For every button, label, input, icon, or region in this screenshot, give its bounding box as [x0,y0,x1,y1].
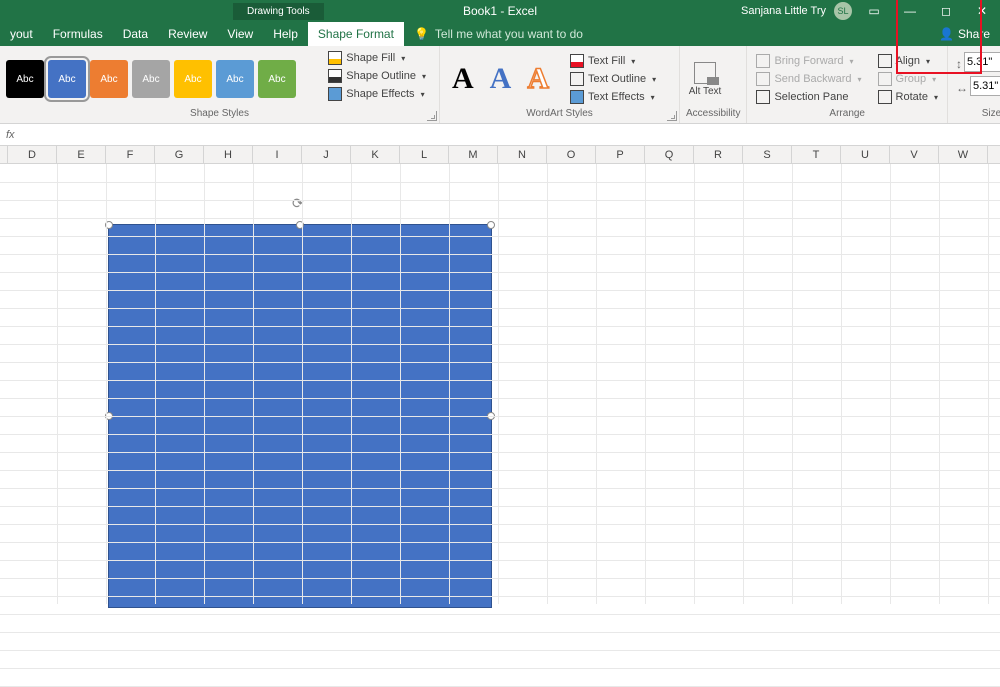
ribbon-tabs: yout Formulas Data Review View Help Shap… [0,22,1000,46]
group-label-shape-styles: Shape Styles [6,108,433,121]
pen-icon [328,69,342,83]
lightbulb-icon: 💡 [414,27,429,41]
minimize-icon[interactable]: — [896,0,924,22]
text-effects-button[interactable]: Text Effects▾ [567,89,659,105]
column-header[interactable]: N [498,146,547,163]
maximize-icon[interactable]: ◻ [932,0,960,22]
ribbon: AbcAbcAbcAbcAbcAbcAbc Shape Styles Shape… [0,46,1000,124]
text-effects-icon [570,90,584,104]
column-header[interactable]: E [57,146,106,163]
formula-bar[interactable]: fx [0,124,1000,146]
column-header[interactable]: T [792,146,841,163]
tell-me-search[interactable]: 💡 Tell me what you want to do [404,22,593,46]
shape-height-input[interactable]: ▲▼ [964,52,1000,72]
selection-pane-button[interactable]: Selection Pane [753,89,864,105]
wordart-style-1[interactable]: A [446,62,480,96]
text-outline-button[interactable]: Text Outline▾ [567,71,659,87]
column-header[interactable]: R [694,146,743,163]
column-header[interactable]: J [302,146,351,163]
shape-style-swatch[interactable]: Abc [90,60,128,98]
send-backward-icon [756,72,770,86]
shape-fill-button[interactable]: Shape Fill▾ [325,50,429,66]
group-label-wordart: WordArt Styles [446,108,673,121]
column-header[interactable]: O [547,146,596,163]
wordart-launcher-icon[interactable] [667,111,677,121]
worksheet[interactable]: DEFGHIJKLMNOPQRSTUVW ⟳ [0,146,1000,604]
tab-view[interactable]: View [217,22,263,46]
group-label-size: Size [956,108,1000,121]
text-outline-icon [570,72,584,86]
user-avatar[interactable]: SL [834,2,852,20]
shape-styles-launcher-icon[interactable] [427,111,437,121]
shape-style-swatch[interactable]: Abc [48,60,86,98]
column-header[interactable]: U [841,146,890,163]
alt-text-button[interactable]: Alt Text [686,62,724,97]
alt-text-icon [694,62,716,84]
column-header[interactable]: H [204,146,253,163]
user-name: Sanjana Little Try [741,5,826,17]
group-label-arrange: Arrange [753,108,941,121]
group-label-accessibility: Accessibility [686,108,740,121]
group-icon [878,72,892,86]
column-header[interactable]: D [8,146,57,163]
rotate-button[interactable]: Rotate▾ [875,89,941,105]
bucket-icon [328,51,342,65]
title-bar: Drawing Tools Book1 - Excel Sanjana Litt… [0,0,1000,22]
share-button[interactable]: 👤 Share [929,22,1000,46]
tab-formulas[interactable]: Formulas [43,22,113,46]
shape-width-input[interactable]: ▲▼ [970,76,1000,96]
column-header[interactable]: M [449,146,498,163]
tab-shape-format[interactable]: Shape Format [308,22,404,46]
selection-pane-icon [756,90,770,104]
send-backward-button: Send Backward▾ [753,71,864,87]
ribbon-display-icon[interactable]: ▭ [860,0,888,22]
align-icon [878,54,892,68]
column-header[interactable]: G [155,146,204,163]
text-fill-icon [570,54,584,68]
width-icon: ↔ [956,81,968,95]
column-header[interactable] [0,146,8,163]
column-headers: DEFGHIJKLMNOPQRSTUVW [0,146,1000,164]
column-header[interactable]: I [253,146,302,163]
column-header[interactable]: K [351,146,400,163]
tab-help[interactable]: Help [263,22,308,46]
bring-forward-button: Bring Forward▾ [753,53,864,69]
shape-style-swatch[interactable]: Abc [216,60,254,98]
rotate-icon [878,90,892,104]
resize-handle[interactable] [487,221,495,229]
column-header[interactable]: V [890,146,939,163]
shape-effects-button[interactable]: Shape Effects▾ [325,86,429,102]
wordart-style-3[interactable]: A [521,62,555,96]
column-header[interactable]: F [106,146,155,163]
shape-style-swatch[interactable]: Abc [258,60,296,98]
close-icon[interactable]: ✕ [968,0,996,22]
contextual-tab-label: Drawing Tools [233,3,324,20]
column-header[interactable]: L [400,146,449,163]
wordart-style-2[interactable]: A [484,62,518,96]
tab-layout[interactable]: yout [0,22,43,46]
shape-style-swatch[interactable]: Abc [132,60,170,98]
bring-forward-icon [756,54,770,68]
shape-style-swatch[interactable]: Abc [6,60,44,98]
align-button[interactable]: Align▾ [875,53,941,69]
column-header[interactable]: S [743,146,792,163]
column-header[interactable]: W [939,146,988,163]
tab-data[interactable]: Data [113,22,158,46]
tab-review[interactable]: Review [158,22,217,46]
rotate-handle-icon[interactable]: ⟳ [292,195,308,211]
document-title: Book1 - Excel [463,4,537,18]
shape-outline-button[interactable]: Shape Outline▾ [325,68,429,84]
shape-style-swatch[interactable]: Abc [174,60,212,98]
column-header[interactable]: Q [645,146,694,163]
text-fill-button[interactable]: Text Fill▾ [567,53,659,69]
fx-icon[interactable]: fx [6,129,15,141]
height-icon: ↕ [956,57,962,71]
effects-icon [328,87,342,101]
cell-grid[interactable]: ⟳ [0,164,1000,604]
group-button: Group▾ [875,71,941,87]
person-icon: 👤 [939,27,954,41]
column-header[interactable]: P [596,146,645,163]
